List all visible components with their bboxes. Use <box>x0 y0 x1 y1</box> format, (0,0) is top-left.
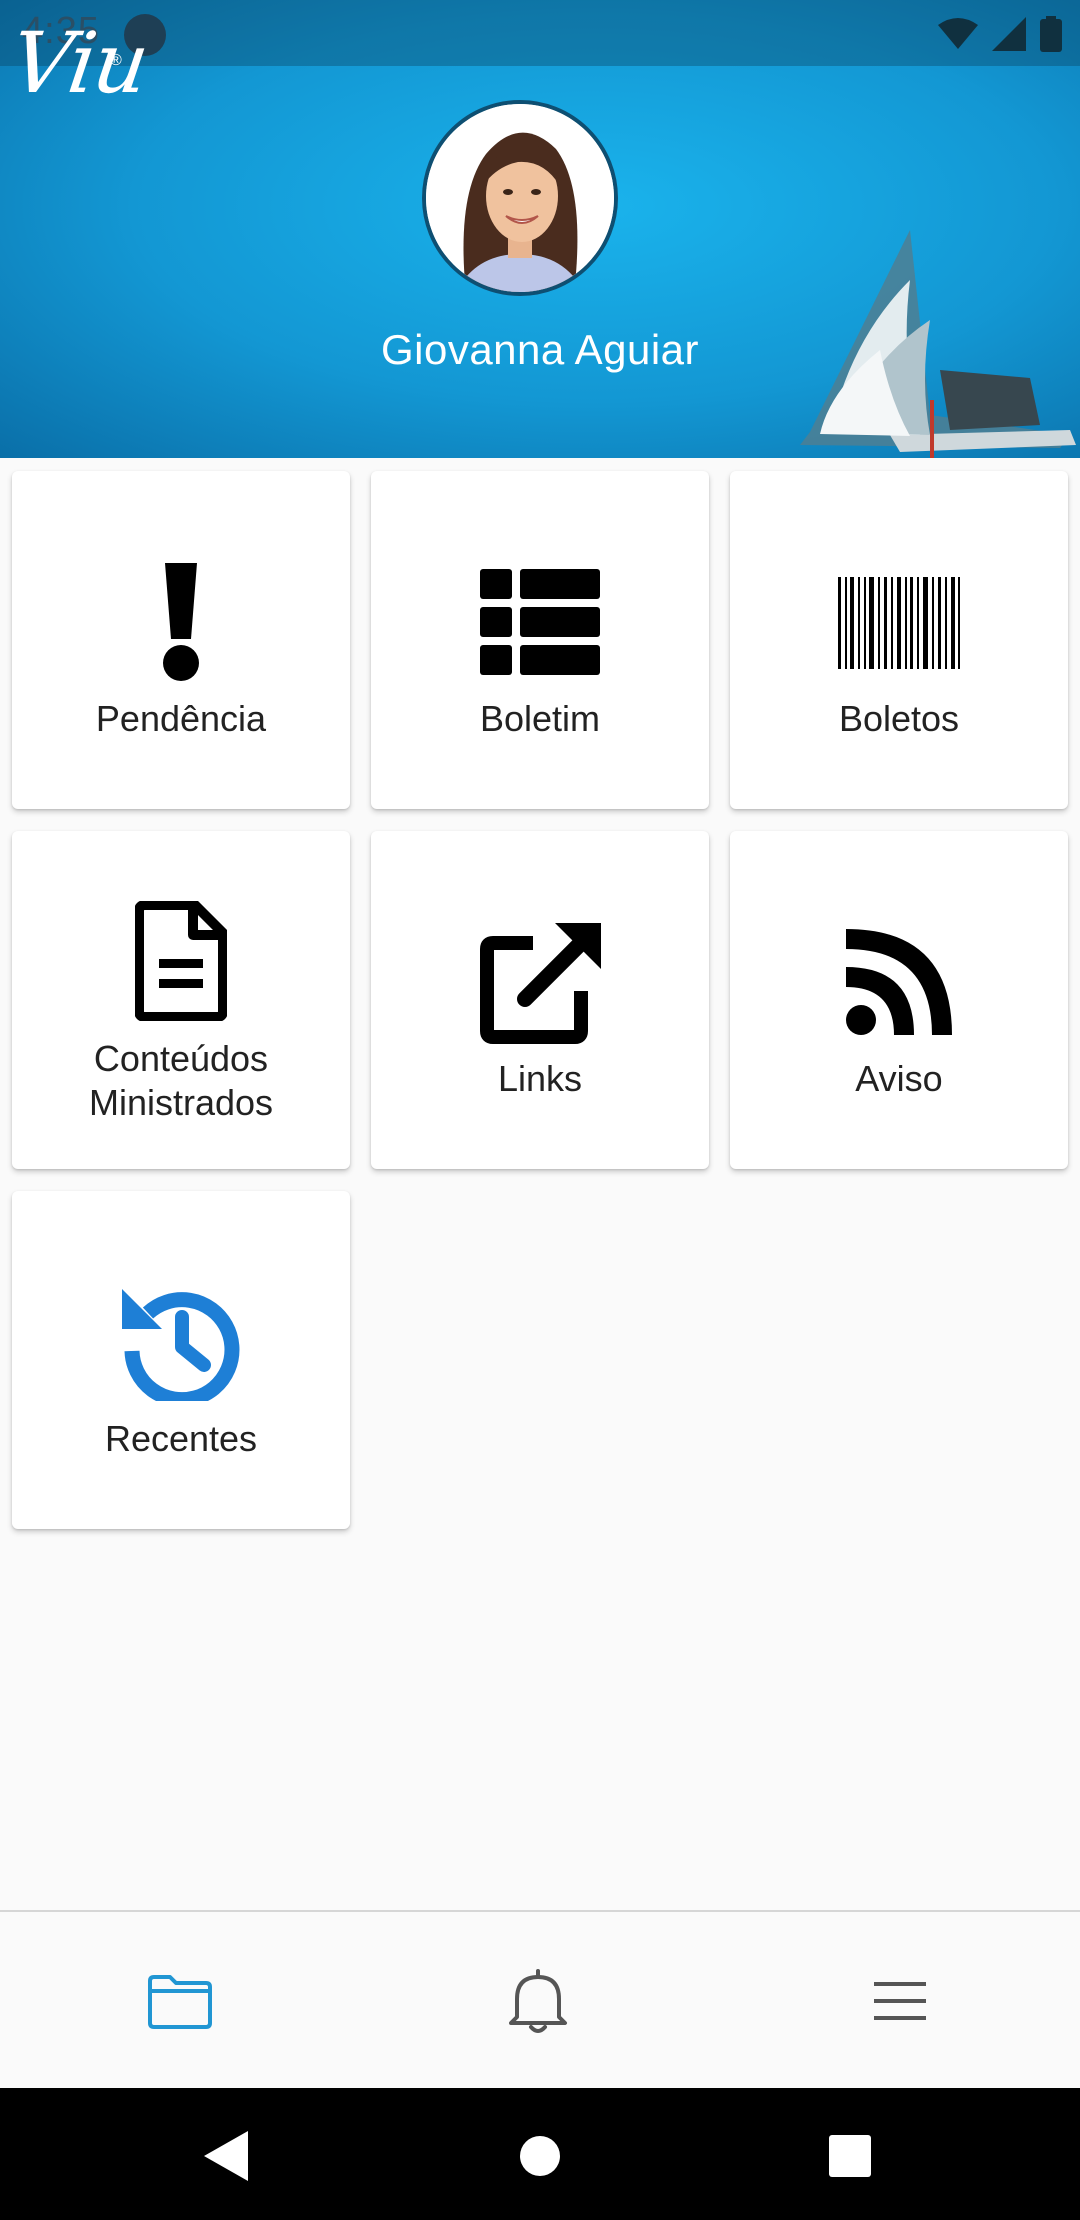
app-logo: Viu <box>5 14 154 112</box>
hamburger-menu-icon <box>874 1982 926 2020</box>
system-navigation-bar <box>0 2088 1080 2220</box>
history-icon <box>12 1283 350 1401</box>
laptop-book-illustration <box>800 230 1076 458</box>
exclamation-icon <box>12 563 350 681</box>
tile-conteudos-ministrados[interactable]: Conteúdos Ministrados <box>12 831 350 1169</box>
tile-label: Conteúdos Ministrados <box>88 1038 274 1123</box>
rss-icon <box>730 929 1068 1035</box>
back-icon[interactable] <box>196 2126 256 2186</box>
tile-label: Boletim <box>479 698 601 739</box>
nav-notifications[interactable] <box>503 1966 573 2036</box>
battery-icon <box>1040 16 1062 52</box>
tile-recentes[interactable]: Recentes <box>12 1191 350 1529</box>
avatar[interactable] <box>422 100 618 296</box>
tile-pendencia[interactable]: Pendência <box>12 471 350 809</box>
bottom-navigation <box>0 1910 1080 2088</box>
tile-links[interactable]: Links <box>371 831 709 1169</box>
tile-label: Aviso <box>855 1058 943 1099</box>
status-bar: 4:35 <box>0 0 1080 66</box>
profile-header: 4:35 Viu ® Giovanna Aguiar <box>0 0 1080 458</box>
barcode-icon <box>730 577 1068 669</box>
home-icon[interactable] <box>510 2126 570 2186</box>
status-icons <box>938 14 1062 54</box>
tile-label: Recentes <box>104 1418 258 1459</box>
tile-boletim[interactable]: Boletim <box>371 471 709 809</box>
folder-icon <box>148 1975 212 2029</box>
tile-label: Pendência <box>95 698 267 739</box>
tile-label: Links <box>497 1058 583 1099</box>
signal-icon <box>992 17 1026 51</box>
wifi-icon <box>938 18 978 49</box>
document-icon <box>12 901 350 1021</box>
avatar-portrait <box>426 104 614 292</box>
tile-aviso[interactable]: Aviso <box>730 831 1068 1169</box>
bell-icon <box>509 1969 567 2033</box>
nav-menu[interactable] <box>865 1966 935 2036</box>
tile-label: Boletos <box>838 698 960 739</box>
registered-mark: ® <box>110 52 122 69</box>
app-screen: 4:35 Viu ® Giovanna Aguiar Pendência Bol… <box>0 0 1080 2220</box>
recents-icon[interactable] <box>820 2126 880 2186</box>
nav-folder[interactable] <box>145 1966 215 2036</box>
tile-boletos[interactable]: Boletos <box>730 471 1068 809</box>
external-link-icon <box>371 923 709 1045</box>
list-grid-icon <box>371 569 709 675</box>
